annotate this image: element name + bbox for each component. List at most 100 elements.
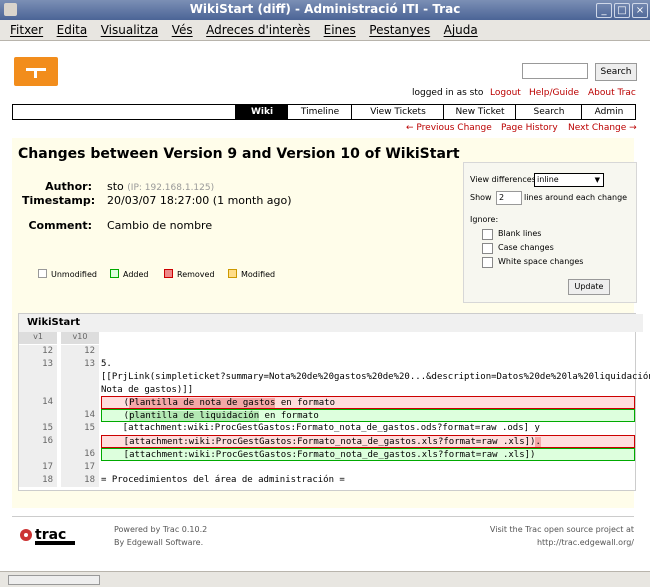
whitespace-checkbox[interactable] (482, 257, 493, 268)
diff-line-text: = Procedimientos del área de administrac… (101, 475, 345, 485)
old-line-number (19, 448, 57, 461)
menu-ajuda[interactable]: Ajuda (444, 23, 478, 37)
powered-by-text: Powered by Trac 0.10.2 (114, 525, 208, 534)
logout-link[interactable]: Logout (490, 88, 521, 98)
update-button[interactable]: Update (568, 279, 610, 295)
maximize-icon[interactable]: □ (614, 3, 630, 18)
new-line-number: 16 (61, 448, 99, 461)
minimize-icon[interactable]: _ (596, 3, 612, 18)
scrollbar-thumb[interactable] (8, 575, 100, 585)
previous-change-link[interactable]: ← Previous Change (406, 123, 492, 133)
case-changes-label: Case changes (498, 243, 554, 252)
old-line-number: 16 (19, 435, 57, 448)
context-lines-input[interactable]: 2 (496, 191, 522, 205)
new-line-number (61, 371, 99, 384)
menu-adreces[interactable]: Adreces d'interès (206, 23, 310, 37)
trac-logo[interactable] (14, 57, 58, 86)
diff-row: 16 [attachment:wiki:ProcGestGastos:Forma… (19, 448, 635, 461)
column-new-version: v10 (61, 332, 99, 344)
trac-url-link[interactable]: http://trac.edgewall.org/ (537, 538, 634, 547)
old-line-number (19, 371, 57, 384)
legend-swatch (228, 269, 237, 278)
diff-row: [[PrjLink(simpleticket?summary=Nota%20de… (19, 371, 650, 384)
diff-line-text: (plantilla de liquidación en formato (101, 409, 635, 422)
next-change-link[interactable]: Next Change → (568, 123, 637, 133)
whitespace-label: White space changes (498, 257, 584, 266)
legend-swatch (110, 269, 119, 278)
menu-fitxer[interactable]: Fitxer (10, 23, 43, 37)
tab-admin[interactable]: Admin (581, 105, 636, 119)
main-nav: Wiki Timeline View Tickets New Ticket Se… (12, 104, 636, 120)
search-input[interactable] (522, 63, 588, 79)
tab-view-tickets[interactable]: View Tickets (351, 105, 444, 119)
diff-row: 14 (Plantilla de nota de gastos en forma… (19, 396, 635, 409)
by-edgewall-text: By Edgewall Software. (114, 538, 204, 547)
menu-ves[interactable]: Vés (172, 23, 193, 37)
old-line-number: 12 (19, 345, 57, 358)
comment-value: Cambio de nombre (107, 219, 213, 232)
old-line-number (19, 409, 57, 422)
timestamp-value: 20/03/07 18:27:00 (1 month ago) (107, 194, 292, 207)
diff-line-text: [attachment:wiki:ProcGestGastos:Formato_… (101, 423, 540, 433)
menu-eines[interactable]: Eines (324, 23, 356, 37)
diff-options-panel: View differences inline ▼ Show 2 lines ar… (463, 162, 637, 303)
menu-visualitza[interactable]: Visualitza (101, 23, 159, 37)
tab-wiki[interactable]: Wiki (235, 105, 288, 119)
column-old-version: v1 (19, 332, 57, 344)
diff-row: 12 12 (19, 345, 635, 358)
new-line-number: 17 (61, 461, 99, 474)
diff-table: WikiStart v1 v10 12 12 13 13 5. [[PrjLink(sim… (18, 313, 650, 491)
visit-text: Visit the Trac open source project at (489, 525, 634, 534)
diff-row: 18 18 = Procedimientos del área de adminis… (19, 474, 635, 487)
menu-edita[interactable]: Edita (57, 23, 88, 37)
old-line-number: 18 (19, 474, 57, 487)
old-line-number: 15 (19, 422, 57, 435)
timestamp-label: Timestamp: (22, 194, 96, 207)
diff-line-text: 5. (101, 359, 112, 369)
about-link[interactable]: About Trac (588, 88, 636, 98)
legend-removed: Removed (164, 269, 215, 279)
tab-new-ticket[interactable]: New Ticket (443, 105, 516, 119)
diff-line-text: [attachment:wiki:ProcGestGastos:Formato_… (101, 435, 635, 448)
case-changes-checkbox[interactable] (482, 243, 493, 254)
diff-row: 15 15 [attachment:wiki:ProcGestGastos:For… (19, 422, 635, 435)
comment-label: Comment: (28, 219, 92, 232)
ignore-label: Ignore: (470, 215, 499, 224)
old-line-number: 17 (19, 461, 57, 474)
lines-around-label: lines around each change (524, 193, 628, 202)
tab-search[interactable]: Search (515, 105, 582, 119)
new-line-number (61, 396, 99, 409)
blank-lines-checkbox[interactable] (482, 229, 493, 240)
trac-powered-logo[interactable]: trac (18, 524, 80, 546)
author-name: sto (107, 180, 124, 193)
diff-row: 16 [attachment:wiki:ProcGestGastos:Forma… (19, 435, 635, 448)
old-line-number: 14 (19, 396, 57, 409)
legend-swatch (38, 269, 47, 278)
page-title: Changes between Version 9 and Version 10… (18, 146, 460, 162)
show-label: Show (470, 193, 492, 202)
view-differences-select[interactable]: inline ▼ (534, 173, 604, 187)
menu-pestanyes[interactable]: Pestanyes (369, 23, 430, 37)
search-button[interactable]: Search (595, 63, 637, 81)
page-viewport: Search logged in as sto Logout Help/Guid… (0, 41, 650, 571)
window-title: WikiStart (diff) - Administració ITI - T… (189, 2, 461, 16)
new-line-number (61, 435, 99, 448)
help-link[interactable]: Help/Guide (529, 88, 579, 98)
new-line-number: 14 (61, 409, 99, 422)
diff-row: 17 17 (19, 461, 635, 474)
legend-modified: Modified (228, 269, 275, 279)
author-label: Author: (45, 180, 92, 193)
tab-timeline[interactable]: Timeline (287, 105, 352, 119)
old-line-number: 13 (19, 358, 57, 371)
footer: trac Powered by Trac 0.10.2 By Edgewall … (12, 516, 634, 559)
bug-icon: trac (20, 527, 75, 545)
close-icon[interactable]: × (632, 3, 648, 18)
horizontal-scrollbar[interactable] (0, 571, 650, 587)
new-line-number: 13 (61, 358, 99, 371)
new-line-number: 12 (61, 345, 99, 358)
chevron-down-icon: ▼ (594, 176, 600, 184)
diff-line-text: (Plantilla de nota de gastos en formato (101, 396, 635, 409)
logged-in-text: logged in as sto (412, 88, 484, 98)
page-history-link[interactable]: Page History (501, 123, 558, 133)
legend-unmodified: Unmodified (38, 269, 97, 279)
